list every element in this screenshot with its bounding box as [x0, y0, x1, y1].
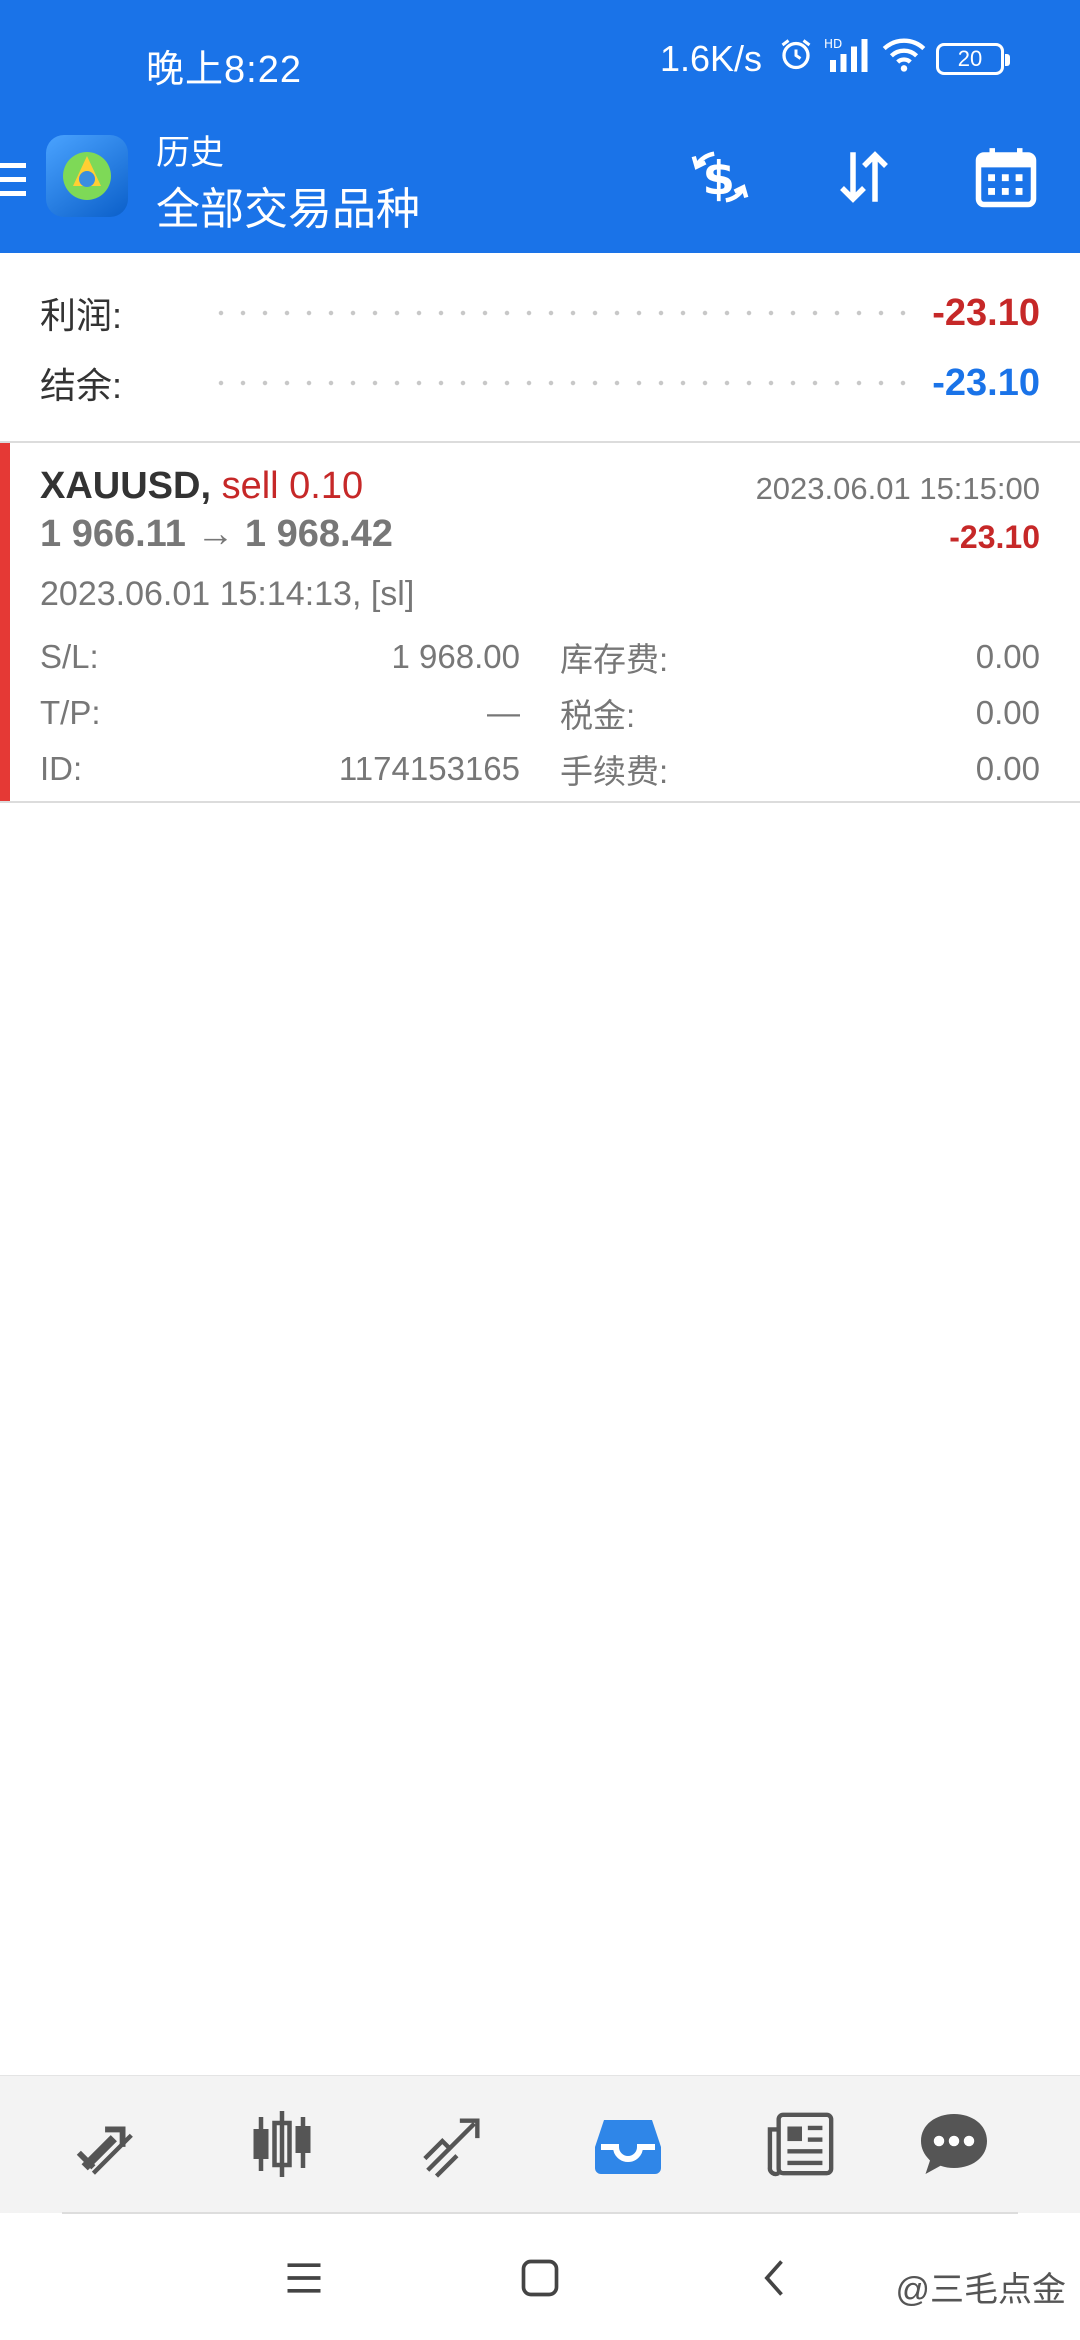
battery-level: 20 — [957, 45, 983, 71]
svg-text:HD: HD — [824, 37, 842, 51]
back-icon[interactable] — [746, 2248, 806, 2308]
trade-open-info: 2023.06.01 15:14:13, [sl] — [40, 575, 415, 613]
trade-symbol: XAUUSD, — [40, 465, 212, 507]
profit-value: -23.10 — [932, 291, 1040, 334]
summary-panel: 利润: -23.10 结余: -23.10 — [0, 253, 1080, 443]
balance-row: 结余: -23.10 — [40, 353, 1040, 413]
detail-row: T/P: — 税金: 0.00 — [40, 685, 1040, 741]
wifi-icon — [882, 36, 926, 81]
sl-label: S/L: — [40, 638, 99, 675]
battery-icon: 20 — [936, 42, 1010, 75]
nav-news-icon[interactable] — [762, 2104, 842, 2184]
id-label: ID: — [40, 750, 83, 787]
calendar-icon[interactable] — [970, 141, 1042, 213]
nav-chart-icon[interactable] — [242, 2104, 322, 2184]
commission-value: 0.00 — [975, 750, 1040, 787]
trade-history-item[interactable]: XAUUSD, sell 0.10 2023.06.01 15:15:00 1 … — [0, 443, 1080, 803]
currency-exchange-icon[interactable]: $ — [684, 141, 756, 213]
tax-value: 0.00 — [975, 694, 1040, 731]
trade-details: S/L: 1 968.00 库存费: 0.00 T/P: — 税金: 0.00 … — [40, 629, 1040, 797]
tp-value: — — [487, 694, 520, 731]
menu-icon[interactable] — [0, 155, 30, 215]
signal-icon: HD — [824, 36, 872, 81]
page-subtitle: 历史 — [156, 134, 224, 172]
nav-trade-icon[interactable] — [414, 2104, 494, 2184]
trade-symbol-line: XAUUSD, sell 0.10 — [40, 465, 363, 508]
detail-row: ID: 1174153165 手续费: 0.00 — [40, 741, 1040, 797]
trade-close-time: 2023.06.01 15:15:00 — [755, 471, 1040, 506]
id-value: 1174153165 — [338, 750, 520, 787]
trade-prices: 1 966.11 → 1 968.42 — [40, 513, 393, 555]
nav-quotes-icon[interactable] — [68, 2104, 148, 2184]
watermark: @三毛点金 — [895, 2271, 1066, 2309]
status-bar: 晚上8:22 1.6K/s HD 20 — [0, 0, 1080, 125]
sort-icon[interactable] — [828, 141, 900, 213]
system-navigation: @三毛点金 — [0, 2214, 1080, 2340]
balance-label: 结余: — [40, 365, 123, 406]
app-bar: 历史 全部交易品种 $ — [0, 125, 1080, 253]
dot-leader — [210, 380, 921, 386]
status-time: 晚上8:22 — [146, 49, 302, 91]
home-icon[interactable] — [510, 2248, 570, 2308]
bottom-navigation — [0, 2075, 1080, 2213]
commission-label: 手续费: — [560, 753, 669, 790]
trade-profit: -23.10 — [949, 519, 1040, 555]
swap-label: 库存费: — [560, 641, 669, 678]
sl-value: 1 968.00 — [391, 638, 520, 675]
dot-leader — [210, 310, 921, 316]
network-speed: 1.6K/s — [659, 37, 762, 79]
page-title[interactable]: 全部交易品种 — [156, 173, 420, 237]
swap-value: 0.00 — [975, 638, 1040, 675]
detail-row: S/L: 1 968.00 库存费: 0.00 — [40, 629, 1040, 685]
trade-side: sell 0.10 — [221, 465, 364, 507]
trade-side-marker — [0, 443, 10, 801]
recent-apps-icon[interactable] — [274, 2248, 334, 2308]
nav-chat-icon[interactable] — [914, 2104, 994, 2184]
app-logo-icon[interactable] — [46, 135, 128, 217]
status-icons: 1.6K/s HD 20 — [659, 36, 1010, 81]
profit-row: 利润: -23.10 — [40, 283, 1040, 343]
profit-label: 利润: — [40, 295, 123, 336]
balance-value: -23.10 — [932, 361, 1040, 404]
alarm-icon — [778, 36, 814, 81]
nav-history-icon[interactable] — [588, 2104, 668, 2184]
tp-label: T/P: — [40, 694, 101, 731]
tax-label: 税金: — [560, 697, 636, 734]
